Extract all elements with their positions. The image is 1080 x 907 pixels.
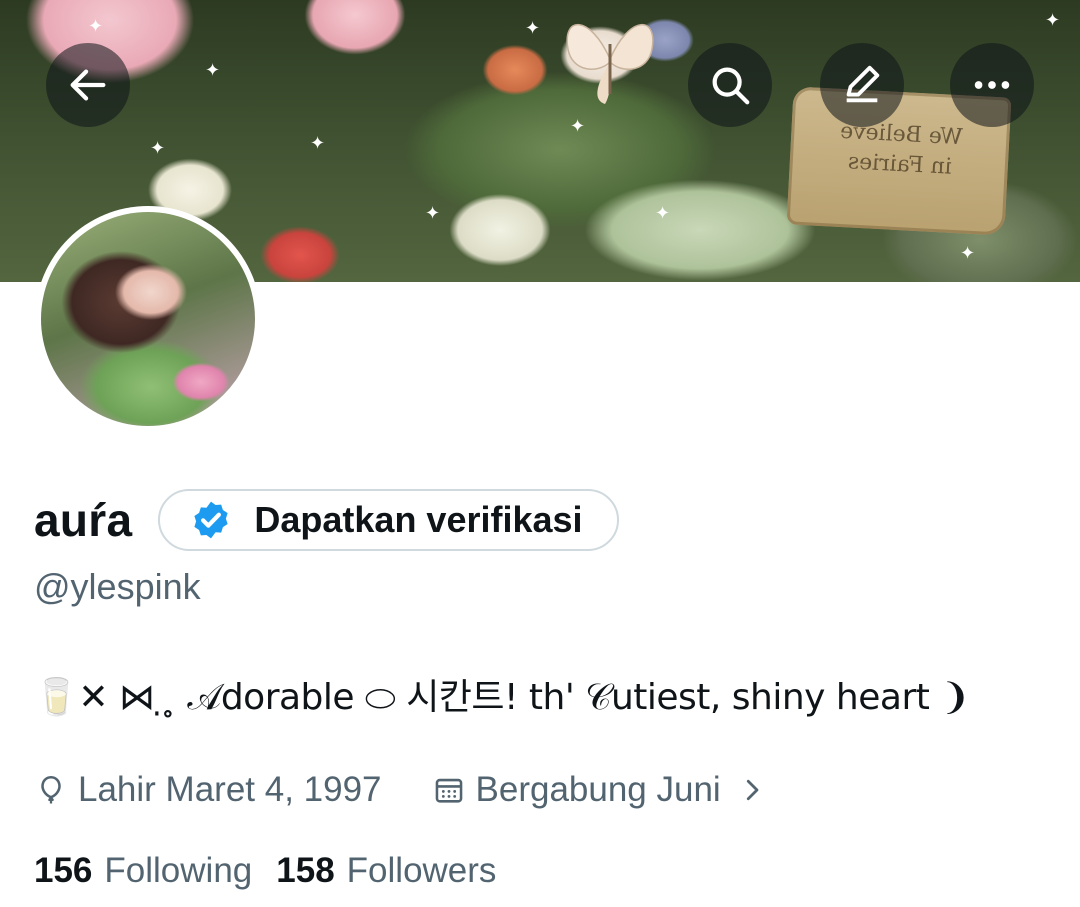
followers-count: 158	[276, 851, 335, 890]
sparkle-icon: ✦	[570, 116, 586, 137]
sparkle-icon: ✦	[525, 18, 541, 39]
sparkle-icon: ✦	[310, 133, 326, 154]
sparkle-icon: ✦	[150, 138, 166, 159]
following-label: Following	[104, 851, 253, 890]
avatar-image	[41, 212, 255, 426]
bio: 🥛✕ ⋈ ̣ ̥ 𝒜dorable ⬭ 시칸트! th' 𝒞utiest, sh…	[34, 677, 970, 718]
handle: @ylespink	[34, 566, 201, 607]
following-link[interactable]: 156 Following	[34, 851, 252, 891]
joined-date-text: Bergabung Juni	[475, 770, 721, 809]
following-count: 156	[34, 851, 93, 890]
arrow-left-icon	[70, 69, 106, 101]
sparkle-icon: ✦	[655, 203, 671, 224]
sparkle-icon: ✦	[205, 60, 221, 81]
avatar[interactable]	[35, 206, 261, 432]
calendar-icon	[435, 778, 462, 803]
butterfly-icon	[566, 23, 654, 104]
back-button[interactable]	[46, 43, 130, 127]
sparkle-icon: ✦	[960, 243, 976, 264]
birth-date: Lahir Maret 4, 1997	[34, 770, 382, 810]
joined-date[interactable]: Bergabung Juni	[432, 770, 767, 810]
search-icon	[712, 67, 750, 105]
get-verified-button[interactable]: Dapatkan verifikasi	[158, 489, 619, 551]
get-verified-label: Dapatkan verifikasi	[254, 499, 583, 540]
display-name: auŕa	[34, 494, 133, 546]
followers-link[interactable]: 158 Followers	[276, 851, 496, 891]
sparkle-icon: ✦	[1045, 10, 1061, 31]
more-button[interactable]	[950, 43, 1034, 127]
chevron-right-icon	[746, 779, 759, 801]
profile-meta: Lahir Maret 4, 1997 Bergabung Juni	[34, 765, 767, 815]
search-button[interactable]	[688, 43, 772, 127]
sparkle-icon: ✦	[88, 16, 104, 37]
balloon-icon	[41, 775, 61, 804]
more-horizontal-icon	[974, 81, 1010, 89]
sparkle-icon: ✦	[425, 203, 441, 224]
name-row: auŕa Dapatkan verifikasi	[34, 485, 619, 555]
pencil-icon	[846, 65, 880, 103]
followers-label: Followers	[346, 851, 497, 890]
birth-date-text: Lahir Maret 4, 1997	[78, 770, 382, 809]
verified-badge-icon	[194, 501, 228, 539]
edit-button[interactable]	[820, 43, 904, 127]
follow-stats: 156 Following 158 Followers	[34, 848, 496, 894]
